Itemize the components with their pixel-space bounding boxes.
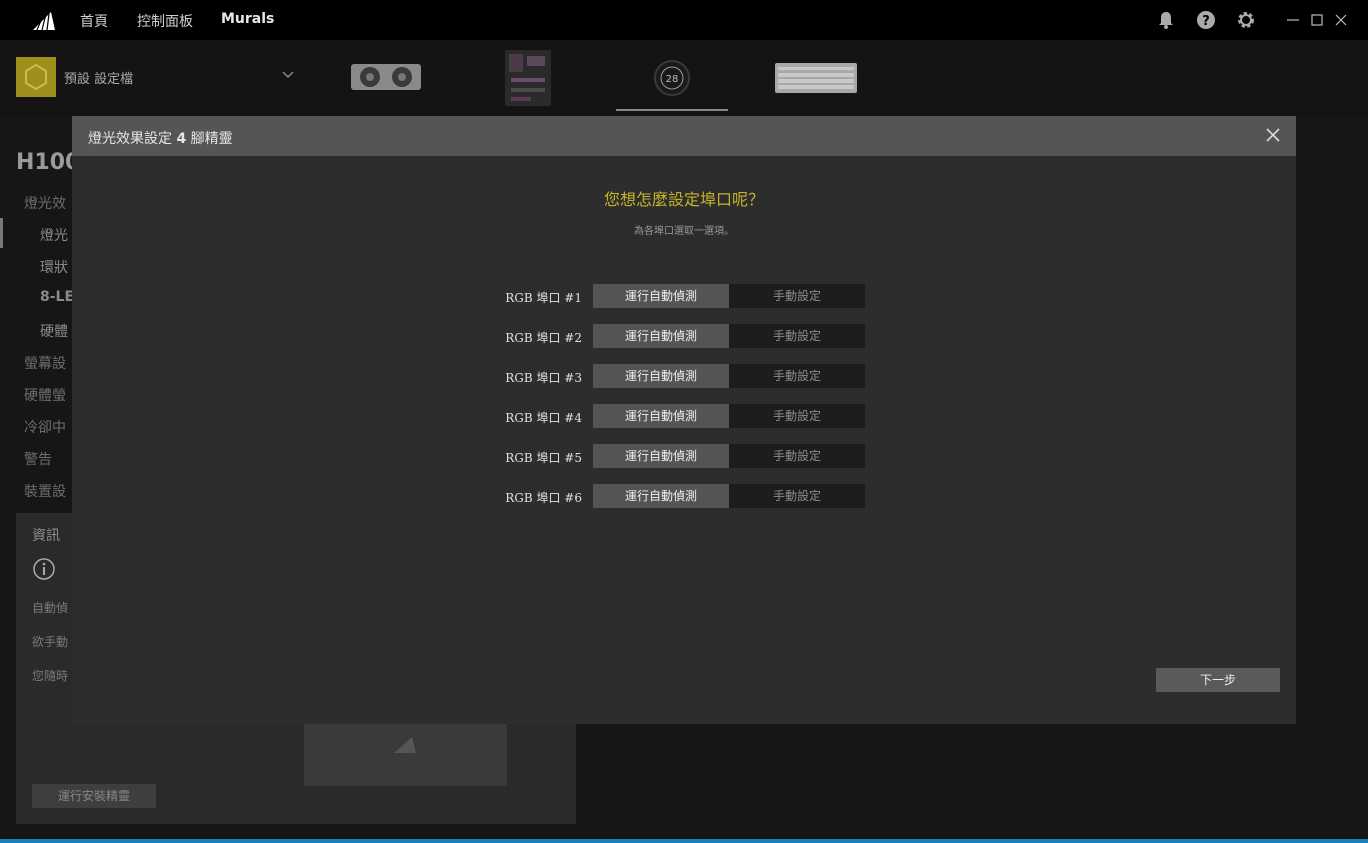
port-row: RGB 埠口 #6 運行自動偵測 手動設定 <box>472 484 872 508</box>
corsair-logo-icon[interactable] <box>31 8 57 32</box>
port-row: RGB 埠口 #1 運行自動偵測 手動設定 <box>472 284 872 308</box>
close-icon[interactable] <box>1266 128 1280 142</box>
auto-detect-option[interactable]: 運行自動偵測 <box>593 484 729 508</box>
port-label: RGB 埠口 #2 <box>505 331 582 345</box>
sidebar-item-device-settings[interactable]: 裝置設 <box>24 481 66 501</box>
auto-detect-option[interactable]: 運行自動偵測 <box>593 364 729 388</box>
next-button[interactable]: 下一步 <box>1156 668 1280 692</box>
sidebar-item-screen[interactable]: 螢幕設 <box>24 353 66 373</box>
nav-murals[interactable]: Murals <box>221 11 274 27</box>
selected-device-indicator <box>616 109 728 111</box>
device-strip: 預設 設定檔 28 <box>0 40 1368 116</box>
manual-setup-option[interactable]: 手動設定 <box>729 324 865 348</box>
cooler-device-icon[interactable]: 28 <box>654 60 690 96</box>
cooler-display-value: 28 <box>666 74 679 85</box>
wizard-question: 您想怎麼設定埠口呢？ <box>603 190 764 209</box>
sidebar-active-marker <box>0 218 3 248</box>
close-window-icon[interactable] <box>1332 11 1350 29</box>
motherboard-device-icon[interactable] <box>505 50 551 106</box>
profile-icon[interactable] <box>16 57 56 97</box>
info-image <box>304 715 507 786</box>
info-line-2: 欲手動 <box>32 635 69 649</box>
bell-icon[interactable] <box>1156 10 1176 30</box>
manual-setup-option[interactable]: 手動設定 <box>729 484 865 508</box>
lighting-setup-wizard-dialog: 燈光效果設定 4 腳精靈 您想怎麼設定埠口呢？ 為各埠口選取一選項。 RGB 埠… <box>72 116 1296 724</box>
info-title: 資訊 <box>32 528 60 544</box>
info-icon <box>33 558 55 580</box>
manual-setup-option[interactable]: 手動設定 <box>729 444 865 468</box>
minimize-icon[interactable] <box>1284 11 1302 29</box>
gpu-device-icon[interactable] <box>350 62 422 94</box>
sidebar-subitem-8led[interactable]: 8-LE <box>40 289 74 305</box>
info-line-1: 自動偵 <box>32 601 69 615</box>
dialog-title: 燈光效果設定 4 腳精靈 <box>88 128 233 148</box>
port-label: RGB 埠口 #5 <box>505 451 582 465</box>
sidebar-item-lighting[interactable]: 燈光效 <box>24 193 66 213</box>
svg-text:?: ? <box>1202 14 1210 29</box>
sidebar-item-cooling[interactable]: 冷卻中 <box>24 417 66 437</box>
manual-setup-option[interactable]: 手動設定 <box>729 404 865 428</box>
sidebar-item-alerts[interactable]: 警告 <box>24 449 52 469</box>
manual-setup-option[interactable]: 手動設定 <box>729 284 865 308</box>
maximize-icon[interactable] <box>1308 11 1326 29</box>
hexagon-icon <box>25 63 47 91</box>
port-row: RGB 埠口 #2 運行自動偵測 手動設定 <box>472 324 872 348</box>
device-title: H100 <box>16 150 81 175</box>
help-icon[interactable]: ? <box>1196 10 1216 30</box>
nav-dashboard[interactable]: 控制面板 <box>137 11 193 31</box>
profile-selector-label[interactable]: 預設 設定檔 <box>64 68 133 87</box>
corsair-watermark-icon <box>394 737 416 753</box>
auto-detect-option[interactable]: 運行自動偵測 <box>593 324 729 348</box>
port-row: RGB 埠口 #4 運行自動偵測 手動設定 <box>472 404 872 428</box>
sidebar-subitem-hardware[interactable]: 硬體 <box>40 321 68 341</box>
dialog-header: 燈光效果設定 4 腳精靈 <box>72 116 1296 156</box>
top-bar: 首頁 控制面板 Murals ? <box>0 0 1368 40</box>
port-label: RGB 埠口 #4 <box>505 411 582 425</box>
sidebar-item-hardware-screen[interactable]: 硬體螢 <box>24 385 66 405</box>
info-line-3: 您隨時 <box>32 669 69 683</box>
port-row: RGB 埠口 #5 運行自動偵測 手動設定 <box>472 444 872 468</box>
manual-setup-option[interactable]: 手動設定 <box>729 364 865 388</box>
dialog-title-suffix: 腳精靈 <box>190 131 233 147</box>
run-setup-wizard-button[interactable]: 運行安裝精靈 <box>32 784 156 808</box>
port-label: RGB 埠口 #6 <box>505 491 582 505</box>
gear-icon[interactable] <box>1236 10 1256 30</box>
keyboard-device-icon[interactable] <box>775 63 857 93</box>
bottom-accent-bar <box>0 839 1368 843</box>
auto-detect-option[interactable]: 運行自動偵測 <box>593 404 729 428</box>
wizard-hint: 為各埠口選取一選項。 <box>634 226 734 237</box>
sidebar-subitem-ring[interactable]: 環狀 <box>40 257 68 277</box>
nav-home[interactable]: 首頁 <box>80 11 108 31</box>
auto-detect-option[interactable]: 運行自動偵測 <box>593 284 729 308</box>
chevron-down-icon[interactable] <box>282 70 294 80</box>
dialog-title-number: 4 <box>176 131 187 147</box>
auto-detect-option[interactable]: 運行自動偵測 <box>593 444 729 468</box>
sidebar-subitem-lighting[interactable]: 燈光 <box>40 225 68 245</box>
port-label: RGB 埠口 #3 <box>505 371 582 385</box>
port-label: RGB 埠口 #1 <box>505 291 582 305</box>
dialog-title-prefix: 燈光效果設定 <box>88 131 172 147</box>
port-row: RGB 埠口 #3 運行自動偵測 手動設定 <box>472 364 872 388</box>
